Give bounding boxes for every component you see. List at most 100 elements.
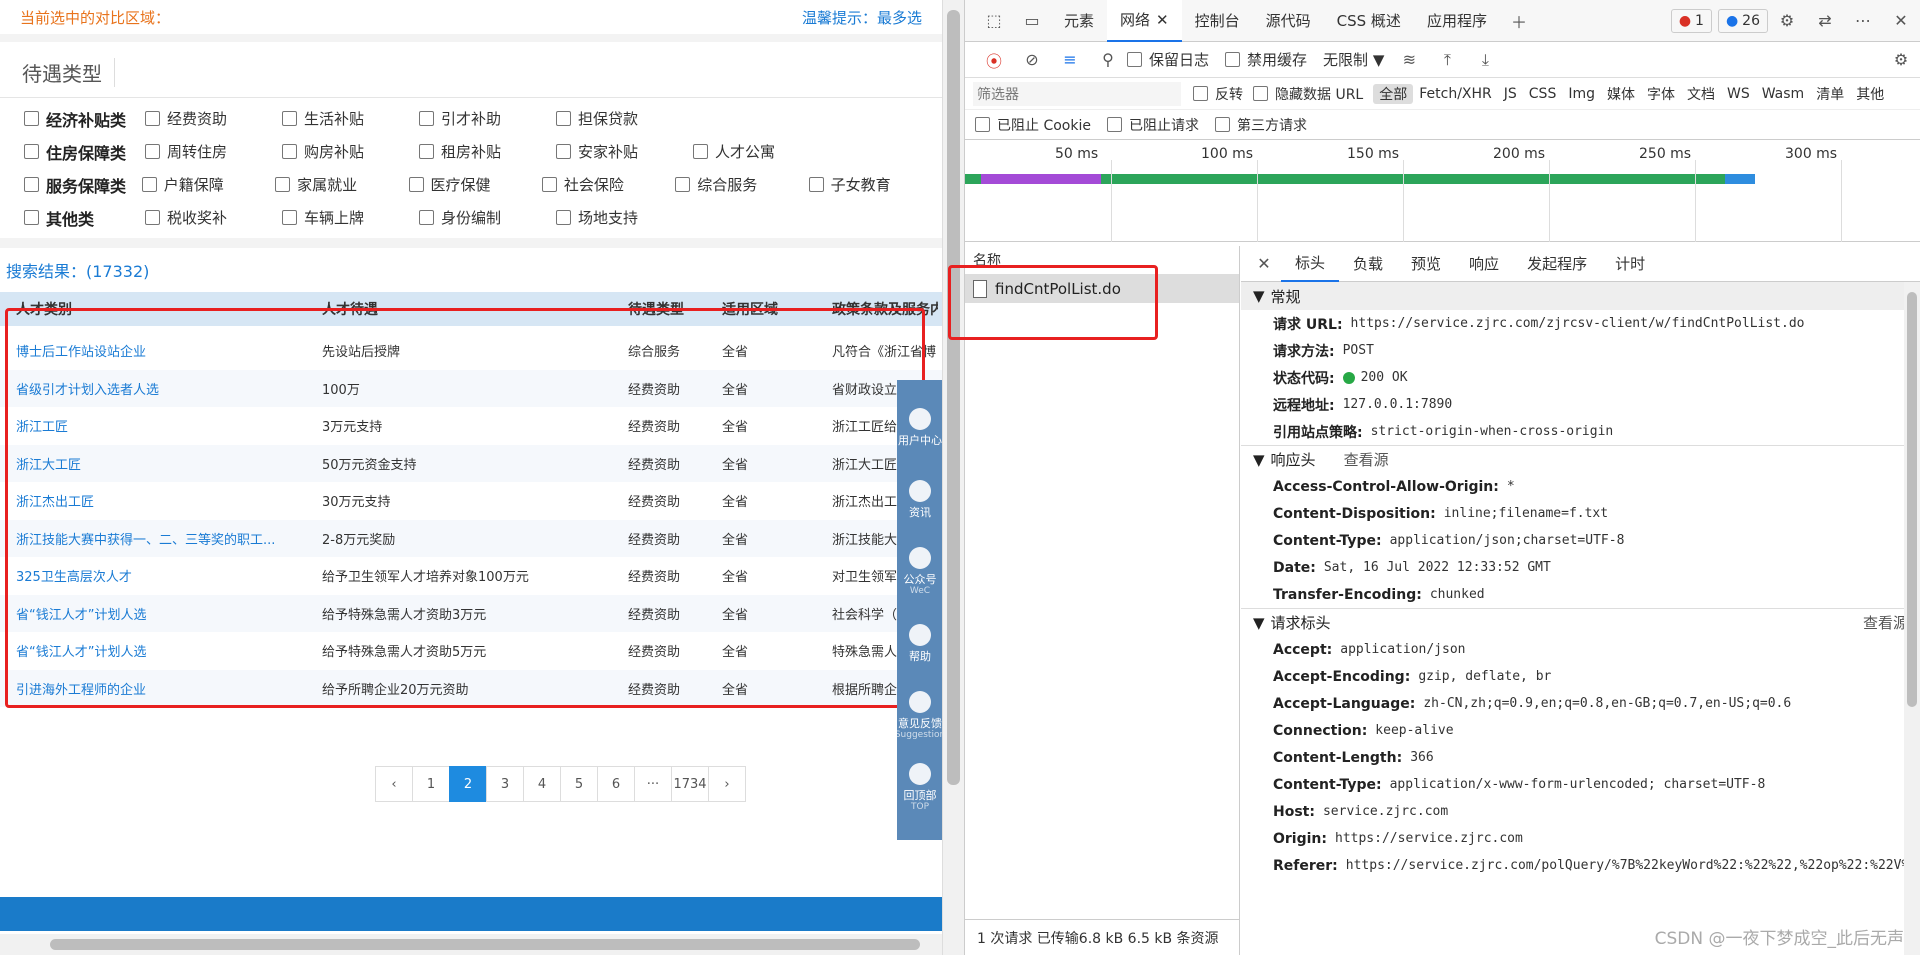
view-source-link[interactable]: 查看源: [1344, 451, 1389, 469]
checkbox[interactable]: [1106, 117, 1122, 132]
detail-scrollbar[interactable]: [1904, 282, 1920, 955]
scroll-thumb[interactable]: [947, 10, 960, 785]
devtools-tab[interactable]: 应用程序: [1414, 0, 1500, 42]
filter-checkbox[interactable]: 反转: [1193, 84, 1243, 104]
checkbox[interactable]: [24, 210, 39, 225]
checkbox[interactable]: [808, 177, 824, 192]
throttle-select[interactable]: 无限制 ▼: [1323, 49, 1384, 70]
checkbox[interactable]: [24, 144, 39, 159]
device-toggle-icon[interactable]: ▭: [1021, 10, 1043, 32]
name-column-header[interactable]: 名称: [965, 246, 1239, 275]
checkbox[interactable]: [419, 144, 434, 159]
checkbox[interactable]: [408, 177, 424, 192]
detail-tab[interactable]: 负载: [1339, 246, 1397, 282]
subcategory-checkbox[interactable]: 子女教育: [808, 174, 942, 195]
type-filter[interactable]: Fetch/XHR: [1413, 86, 1498, 102]
checkbox[interactable]: [675, 177, 691, 192]
filter-checkbox[interactable]: 隐藏数据 URL: [1253, 84, 1363, 104]
subcategory-checkbox[interactable]: 车辆上牌: [282, 207, 419, 228]
subcategory-checkbox[interactable]: 租房补贴: [419, 141, 556, 162]
talent-category-link[interactable]: 省“钱江人才”计划人选: [0, 641, 318, 660]
gear-icon[interactable]: ⚙: [1776, 10, 1798, 32]
subcategory-checkbox[interactable]: 周转住房: [145, 141, 282, 162]
float-item[interactable]: 公众号 WeC: [904, 536, 937, 608]
customize-icon[interactable]: ⇄: [1814, 10, 1836, 32]
request-item[interactable]: findCntPolList.do: [965, 275, 1239, 303]
float-item[interactable]: 意见反馈 Suggestion: [895, 680, 942, 752]
add-tab-icon[interactable]: ＋: [1508, 10, 1530, 32]
request-section-header[interactable]: ▼ 请求标头 查看源: [1241, 608, 1920, 636]
devtools-tab[interactable]: 网络 ✕: [1107, 0, 1182, 42]
checkbox[interactable]: [24, 111, 39, 126]
subcategory-checkbox[interactable]: 户籍保障: [141, 174, 275, 195]
wifi-icon[interactable]: ≋: [1398, 49, 1420, 71]
checkbox[interactable]: [1253, 86, 1268, 101]
detail-tab[interactable]: 发起程序: [1513, 246, 1601, 282]
page-button[interactable]: 4: [523, 766, 561, 802]
checkbox[interactable]: [556, 111, 571, 126]
subcategory-checkbox[interactable]: 经费资助: [145, 108, 282, 129]
more-icon[interactable]: ⋯: [1852, 10, 1874, 32]
scroll-thumb[interactable]: [1907, 292, 1917, 707]
talent-category-link[interactable]: 博士后工作站设站企业: [0, 341, 318, 360]
float-item[interactable]: 用户中心: [898, 392, 942, 464]
checkbox[interactable]: [145, 111, 160, 126]
gear-icon[interactable]: ⚙: [1890, 49, 1912, 71]
checkbox[interactable]: [282, 144, 297, 159]
filter-icon[interactable]: ≡: [1059, 49, 1081, 71]
checkbox[interactable]: [693, 144, 708, 159]
page-button[interactable]: 2: [449, 766, 487, 802]
block-checkbox[interactable]: 已阻止请求: [1106, 115, 1199, 135]
scroll-thumb[interactable]: [50, 939, 920, 950]
talent-category-link[interactable]: 引进海外工程师的企业: [0, 679, 318, 698]
checkbox[interactable]: [275, 177, 291, 192]
page-button[interactable]: 6: [597, 766, 635, 802]
response-section-header[interactable]: ▼ 响应头 查看源: [1241, 445, 1920, 473]
type-filter[interactable]: WS: [1721, 86, 1756, 102]
float-item[interactable]: 帮助: [909, 608, 931, 680]
talent-category-link[interactable]: 325卫生高层次人才: [0, 566, 318, 585]
view-source-link[interactable]: 查看源: [1863, 612, 1908, 633]
page-button[interactable]: ‹: [375, 766, 413, 802]
search-icon[interactable]: ⚲: [1097, 49, 1119, 71]
detail-tab[interactable]: 标头: [1281, 246, 1340, 282]
record-icon[interactable]: ⦿: [983, 49, 1005, 71]
talent-category-link[interactable]: 省级引才计划入选者人选: [0, 379, 318, 398]
category-checkbox[interactable]: 经济补贴类: [24, 107, 145, 131]
devtools-tab[interactable]: CSS 概述: [1324, 0, 1414, 42]
subcategory-checkbox[interactable]: 身份编制: [419, 207, 556, 228]
checkbox[interactable]: [541, 177, 557, 192]
type-filter[interactable]: 文档: [1681, 84, 1721, 104]
page-button[interactable]: 1: [412, 766, 450, 802]
checkbox[interactable]: [975, 117, 990, 132]
page-button[interactable]: ›: [708, 766, 746, 802]
download-icon[interactable]: ⤓: [1474, 49, 1496, 71]
detail-tab[interactable]: 响应: [1455, 246, 1513, 282]
checkbox[interactable]: [419, 210, 434, 225]
page-button[interactable]: ···: [634, 766, 672, 802]
close-icon[interactable]: ✕: [1890, 10, 1912, 32]
talent-category-link[interactable]: 浙江工匠: [0, 416, 318, 435]
type-filter[interactable]: Wasm: [1756, 86, 1810, 102]
float-item[interactable]: 资讯: [909, 464, 931, 536]
disable-cache-checkbox[interactable]: 禁用缓存: [1225, 49, 1307, 70]
subcategory-checkbox[interactable]: 综合服务: [675, 174, 808, 195]
checkbox[interactable]: [145, 210, 160, 225]
filter-input[interactable]: 筛选器: [973, 81, 1181, 106]
category-checkbox[interactable]: 住房保障类: [24, 140, 145, 164]
talent-category-link[interactable]: 浙江技能大赛中获得一、二、三等奖的职工...: [0, 529, 318, 548]
subcategory-checkbox[interactable]: 医疗保健: [408, 174, 542, 195]
block-checkbox[interactable]: 已阻止 Cookie: [975, 115, 1091, 135]
subcategory-checkbox[interactable]: 购房补贴: [282, 141, 419, 162]
type-filter[interactable]: JS: [1498, 86, 1523, 102]
type-filter[interactable]: 全部: [1373, 83, 1414, 104]
subcategory-checkbox[interactable]: 担保贷款: [556, 108, 693, 129]
subcategory-checkbox[interactable]: 社会保险: [541, 174, 675, 195]
talent-category-link[interactable]: 浙江大工匠: [0, 454, 318, 473]
devtools-tab[interactable]: 控制台: [1182, 0, 1253, 42]
vertical-scrollbar[interactable]: [942, 0, 964, 955]
subcategory-checkbox[interactable]: 家属就业: [275, 174, 408, 195]
page-button[interactable]: 5: [560, 766, 598, 802]
category-checkbox[interactable]: 其他类: [24, 206, 145, 230]
detail-tab[interactable]: 计时: [1601, 246, 1659, 282]
